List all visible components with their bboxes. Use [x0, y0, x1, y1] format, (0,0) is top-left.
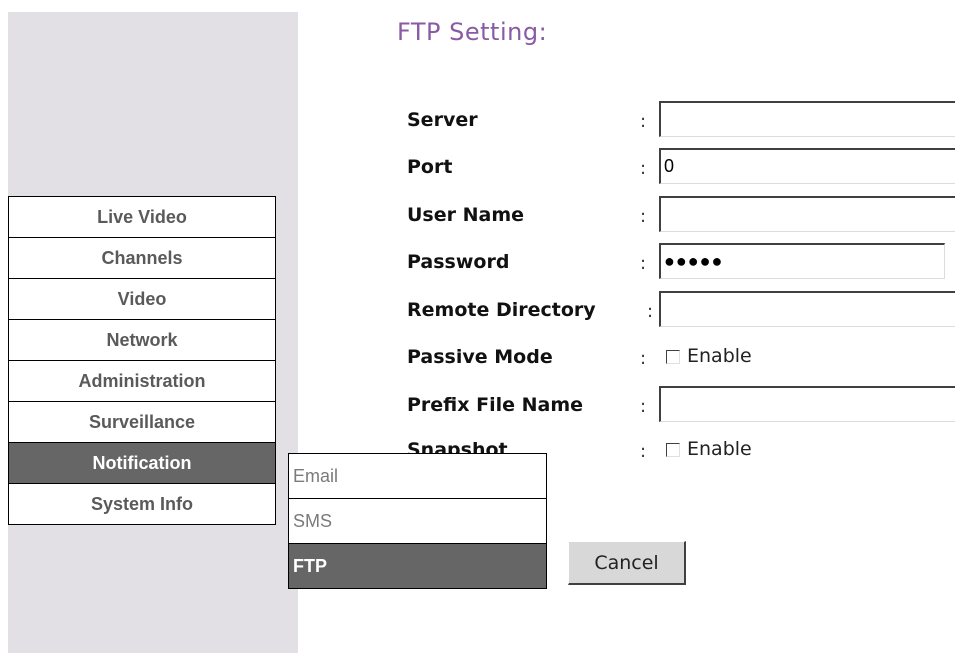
username-colon: : — [640, 206, 647, 227]
menu-item-administration[interactable]: Administration — [8, 360, 276, 402]
cancel-button[interactable]: Cancel — [568, 541, 686, 585]
port-label: Port — [407, 156, 453, 178]
server-input[interactable] — [659, 101, 955, 137]
submenu-item-sms[interactable]: SMS — [288, 498, 547, 544]
passive-mode-colon: : — [640, 348, 647, 369]
password-label: Password — [407, 251, 510, 273]
menu-item-notification[interactable]: Notification — [8, 442, 276, 484]
port-row: Port : 0 — [407, 148, 955, 188]
menu-item-system-info[interactable]: System Info — [8, 483, 276, 525]
menu-item-live-video[interactable]: Live Video — [8, 196, 276, 238]
passive-mode-enable-label: Enable — [687, 345, 752, 367]
page-title: FTP Setting: — [397, 18, 548, 46]
password-colon: : — [640, 253, 647, 274]
username-label: User Name — [407, 204, 525, 226]
submenu-item-email[interactable]: Email — [288, 453, 547, 499]
remote-directory-colon: : — [647, 301, 654, 322]
password-input[interactable]: ●●●●● — [659, 243, 945, 279]
server-label: Server — [407, 109, 478, 131]
remote-directory-row: Remote Directory : — [407, 291, 955, 331]
menu-item-network[interactable]: Network — [8, 319, 276, 361]
port-input[interactable]: 0 — [659, 148, 955, 184]
passive-mode-row: Passive Mode : Enable — [407, 338, 955, 378]
passive-mode-checkbox[interactable] — [666, 350, 680, 364]
main-menu: Live Video Channels Video Network Admini… — [8, 196, 276, 525]
prefix-file-name-label: Prefix File Name — [407, 394, 584, 416]
prefix-file-name-row: Prefix File Name : — [407, 386, 955, 426]
menu-item-surveillance[interactable]: Surveillance — [8, 401, 276, 443]
submenu-item-ftp[interactable]: FTP — [288, 543, 547, 589]
notification-submenu: Email SMS FTP — [288, 453, 547, 589]
remote-directory-label: Remote Directory — [407, 299, 596, 321]
username-input[interactable] — [659, 196, 955, 232]
menu-item-video[interactable]: Video — [8, 278, 276, 320]
username-row: User Name : — [407, 196, 955, 236]
prefix-file-name-input[interactable] — [659, 386, 955, 422]
server-row: Server : — [407, 101, 955, 141]
remote-directory-input[interactable] — [659, 291, 955, 327]
passive-mode-label: Passive Mode — [407, 346, 553, 368]
snapshot-checkbox[interactable] — [666, 443, 680, 457]
snapshot-enable-label: Enable — [687, 438, 752, 460]
menu-item-channels[interactable]: Channels — [8, 237, 276, 279]
port-colon: : — [640, 158, 647, 179]
snapshot-colon: : — [640, 441, 647, 462]
server-colon: : — [640, 111, 647, 132]
password-row: Password : ●●●●● — [407, 243, 955, 283]
prefix-file-name-colon: : — [640, 396, 647, 417]
